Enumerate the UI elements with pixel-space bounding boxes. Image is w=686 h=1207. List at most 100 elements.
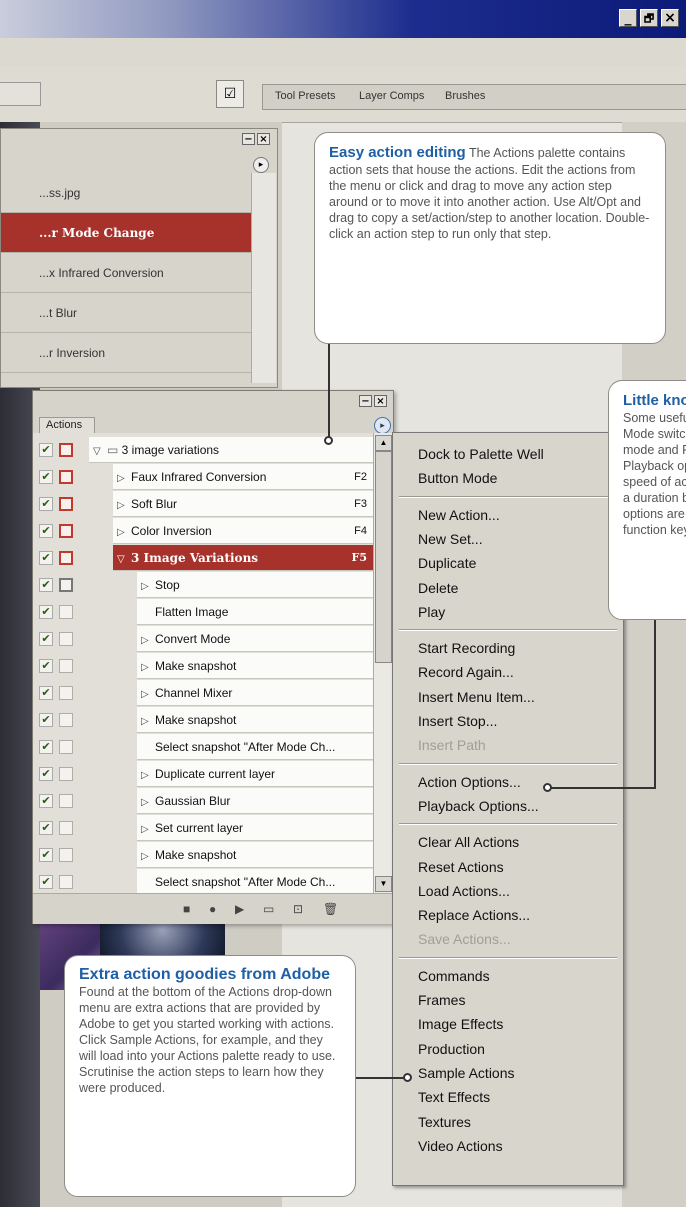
toggle-dialog-icon[interactable]: [59, 632, 73, 646]
expand-down-icon[interactable]: ▽: [117, 547, 131, 573]
expand-right-icon[interactable]: ▷: [141, 817, 155, 843]
toggle-item-checkbox[interactable]: ✔: [39, 686, 53, 700]
history-item[interactable]: ...ss.jpg: [1, 173, 251, 213]
menu-item[interactable]: New Set...: [418, 528, 483, 550]
menu-item[interactable]: Record Again...: [418, 661, 514, 683]
palette-menu-icon[interactable]: ▸: [253, 157, 269, 173]
toggle-dialog-icon[interactable]: [59, 713, 73, 727]
menu-item[interactable]: Text Effects: [418, 1086, 490, 1108]
menu-item[interactable]: Commands: [418, 965, 490, 987]
toggle-dialog-icon[interactable]: [59, 767, 73, 781]
expand-right-icon[interactable]: ▷: [117, 493, 131, 519]
expand-right-icon[interactable]: ▷: [117, 466, 131, 492]
toggle-item-checkbox[interactable]: ✔: [39, 821, 53, 835]
toggle-dialog-icon[interactable]: [59, 551, 73, 565]
toggle-dialog-icon[interactable]: [59, 470, 73, 484]
toggle-item-checkbox[interactable]: ✔: [39, 551, 53, 565]
action-row[interactable]: ✔ Flatten Image: [33, 599, 373, 626]
menu-item[interactable]: Load Actions...: [418, 880, 510, 902]
menu-item[interactable]: Clear All Actions: [418, 831, 519, 853]
palette-minimize-button[interactable]: −: [359, 395, 372, 407]
scroll-down-icon[interactable]: ▼: [375, 876, 392, 892]
stop-icon[interactable]: ■: [183, 902, 190, 916]
toggle-dialog-icon[interactable]: [59, 524, 73, 538]
new-set-icon[interactable]: ▭: [263, 902, 274, 916]
scroll-up-icon[interactable]: ▲: [375, 435, 392, 451]
step-item[interactable]: Select snapshot "After Mode Ch...: [137, 734, 373, 760]
palette-close-button[interactable]: ×: [374, 395, 387, 407]
action-row[interactable]: ✔ ▷ Make snapshot: [33, 707, 373, 734]
expand-right-icon[interactable]: ▷: [141, 844, 155, 870]
action-row[interactable]: ✔ ▷ Make snapshot: [33, 842, 373, 869]
restore-button[interactable]: 🗗: [640, 9, 658, 27]
expand-right-icon[interactable]: ▷: [141, 682, 155, 708]
action-row[interactable]: ✔ ▷ Soft Blur F3: [33, 491, 373, 518]
toggle-item-checkbox[interactable]: ✔: [39, 659, 53, 673]
play-icon[interactable]: ▶: [235, 902, 244, 916]
toggle-item-checkbox[interactable]: ✔: [39, 632, 53, 646]
menu-item[interactable]: Duplicate: [418, 552, 476, 574]
action-row[interactable]: ✔ ▷ Channel Mixer: [33, 680, 373, 707]
menu-item[interactable]: Start Recording: [418, 637, 515, 659]
expand-right-icon[interactable]: ▷: [141, 763, 155, 789]
expand-down-icon[interactable]: ▽: [93, 439, 107, 465]
expand-right-icon[interactable]: ▷: [141, 790, 155, 816]
toggle-dialog-icon[interactable]: [59, 686, 73, 700]
menu-item[interactable]: New Action...: [418, 504, 500, 526]
menu-item[interactable]: Action Options...: [418, 771, 521, 793]
palette-close-button[interactable]: ×: [257, 133, 270, 145]
actions-scrollbar[interactable]: ▲ ▼: [373, 433, 392, 893]
toggle-dialog-icon[interactable]: [59, 443, 73, 457]
action-row[interactable]: ✔ ▷ Duplicate current layer: [33, 761, 373, 788]
step-item[interactable]: ▷ Make snapshot: [137, 707, 373, 733]
toggle-dialog-icon[interactable]: [59, 605, 73, 619]
step-item[interactable]: ▷ Duplicate current layer: [137, 761, 373, 787]
tab-brushes[interactable]: Brushes: [445, 90, 485, 102]
menu-item[interactable]: Textures: [418, 1111, 471, 1133]
expand-right-icon[interactable]: ▷: [117, 520, 131, 546]
action-row[interactable]: ✔ ▷ Gaussian Blur: [33, 788, 373, 815]
expand-right-icon[interactable]: ▷: [141, 655, 155, 681]
history-scrollbar[interactable]: [251, 173, 276, 383]
menu-item[interactable]: Playback Options...: [418, 795, 539, 817]
menu-item[interactable]: Image Effects: [418, 1013, 503, 1035]
action-row[interactable]: ✔ Select snapshot "After Mode Ch...: [33, 734, 373, 761]
toggle-dialog-icon[interactable]: [59, 578, 73, 592]
action-row[interactable]: ✔ ▷ Convert Mode: [33, 626, 373, 653]
tool-preset-button[interactable]: [0, 82, 41, 106]
new-action-icon[interactable]: ⊡: [293, 902, 303, 916]
toggle-dialog-icon[interactable]: [59, 848, 73, 862]
expand-right-icon[interactable]: ▷: [141, 628, 155, 654]
menu-item[interactable]: Reset Actions: [418, 856, 504, 878]
step-item[interactable]: ▷ Stop: [137, 572, 373, 598]
expand-right-icon[interactable]: ▷: [141, 574, 155, 600]
action-row[interactable]: ✔ ▷ Faux Infrared Conversion F2: [33, 464, 373, 491]
action-row[interactable]: ✔ ▷ Make snapshot: [33, 653, 373, 680]
scroll-thumb[interactable]: [375, 451, 392, 663]
toggle-item-checkbox[interactable]: ✔: [39, 443, 53, 457]
palette-minimize-button[interactable]: −: [242, 133, 255, 145]
menu-item[interactable]: Play: [418, 601, 445, 623]
palette-well-icon[interactable]: ☑: [216, 80, 244, 108]
menu-item[interactable]: Video Actions: [418, 1135, 503, 1157]
tab-layer-comps[interactable]: Layer Comps: [359, 90, 424, 102]
history-item[interactable]: ...r Inversion: [1, 333, 251, 373]
action-item[interactable]: ▽ 3 Image Variations F5: [113, 545, 373, 571]
toggle-item-checkbox[interactable]: ✔: [39, 497, 53, 511]
actions-menu-icon[interactable]: ▸: [374, 417, 391, 434]
step-item[interactable]: Select snapshot "After Mode Ch...: [137, 869, 373, 895]
menu-item[interactable]: Dock to Palette Well: [418, 443, 544, 465]
tab-actions[interactable]: Actions: [39, 417, 95, 433]
tab-tool-presets[interactable]: Tool Presets: [275, 90, 336, 102]
toggle-item-checkbox[interactable]: ✔: [39, 524, 53, 538]
action-item[interactable]: ▷ Faux Infrared Conversion F2: [113, 464, 373, 490]
toggle-dialog-icon[interactable]: [59, 740, 73, 754]
toggle-item-checkbox[interactable]: ✔: [39, 605, 53, 619]
history-item-selected[interactable]: ...r Mode Change: [1, 213, 251, 253]
toggle-dialog-icon[interactable]: [59, 794, 73, 808]
expand-right-icon[interactable]: ▷: [141, 709, 155, 735]
toggle-dialog-icon[interactable]: [59, 659, 73, 673]
menu-item[interactable]: Replace Actions...: [418, 904, 530, 926]
action-row[interactable]: ✔ ▽ ▭ 3 image variations: [33, 437, 373, 464]
step-item[interactable]: Flatten Image: [137, 599, 373, 625]
